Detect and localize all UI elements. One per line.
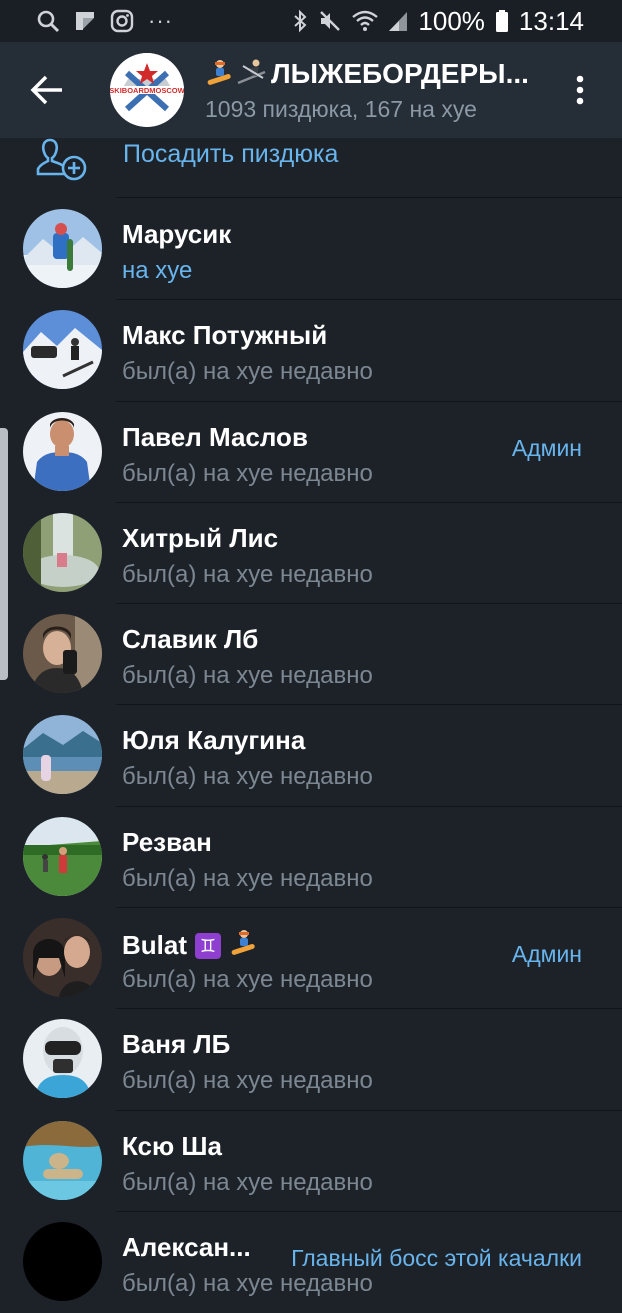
member-name: Хитрый Лис — [122, 522, 279, 553]
add-member-row[interactable]: Посадить пиздюка — [0, 138, 622, 198]
instagram-icon — [110, 9, 134, 33]
avatar — [23, 411, 102, 491]
member-name: Славик Лб — [122, 624, 259, 655]
member-list: Марусик на хуе Макс Потужный был(а) на х… — [0, 199, 622, 1313]
avatar — [23, 614, 102, 694]
member-name: Юля Калугина — [122, 725, 306, 756]
member-row[interactable]: Bulat ♊ был(а) на хуе недавно Админ — [0, 908, 622, 1010]
avatar — [23, 512, 102, 592]
role-badge: Главный босс этой качалки — [291, 1244, 582, 1271]
more-notifications-icon: ··· — [148, 8, 173, 33]
gemini-badge: ♊ — [195, 932, 221, 959]
avatar — [23, 918, 102, 998]
member-name: Марусик — [122, 219, 232, 249]
add-member-label: Посадить пиздюка — [123, 140, 339, 168]
notification-icons: ··· — [36, 8, 173, 34]
system-icons: 100% 13:14 — [292, 6, 584, 37]
member-row[interactable]: Макс Потужный был(а) на хуе недавно — [0, 300, 622, 402]
member-row[interactable]: Резван был(а) на хуе недавно — [0, 807, 622, 909]
member-row[interactable]: Ксю Ша был(а) на хуе недавно — [0, 1111, 622, 1212]
member-status: был(а) на хуе недавно — [122, 1168, 373, 1196]
more-options-button[interactable] — [570, 74, 590, 106]
member-row[interactable]: Павел Маслов был(а) на хуе недавно Админ — [0, 402, 622, 503]
group-logo-text: SKIBOARDMOSCOW — [110, 86, 184, 95]
member-status: был(а) на хуе недавно — [122, 864, 373, 892]
member-status: был(а) на хуе недавно — [122, 459, 373, 487]
avatar — [23, 1019, 102, 1099]
member-row[interactable]: Славик Лб был(а) на хуе недавно — [0, 604, 622, 706]
battery-icon — [495, 9, 509, 33]
avatar — [23, 310, 102, 390]
edge-panel-handle[interactable] — [0, 428, 8, 680]
member-status: на хуе — [122, 257, 193, 284]
member-row[interactable]: Ваня ЛБ был(а) на хуе недавно — [0, 1009, 622, 1111]
search-icon — [36, 9, 60, 33]
avatar — [23, 816, 102, 896]
member-status: был(а) на хуе недавно — [122, 560, 373, 588]
member-name: Bulat ♊ — [122, 928, 257, 963]
admin-badge: Админ — [511, 941, 582, 968]
back-button[interactable] — [28, 72, 68, 108]
chat-title: ЛЫЖЕБОРДЕРЫ... — [271, 58, 529, 89]
member-name: Макс Потужный — [122, 320, 328, 351]
flipboard-icon — [74, 10, 96, 32]
member-name: Резван — [122, 826, 212, 857]
admin-badge: Админ — [511, 434, 582, 461]
add-user-icon — [36, 138, 88, 182]
member-row[interactable]: Юля Калугина был(а) на хуе недавно — [0, 705, 622, 807]
member-name: Ваня ЛБ — [122, 1029, 231, 1060]
chat-header: SKIBOARDMOSCOW ЛЫЖЕБОРДЕРЫ... 1093 пиздю… — [0, 42, 622, 138]
avatar — [23, 1120, 102, 1200]
member-status: был(а) на хуе недавно — [122, 358, 373, 386]
member-status: был(а) на хуе недавно — [122, 966, 373, 994]
member-row[interactable]: Хитрый Лис был(а) на хуе недавно — [0, 503, 622, 605]
avatar — [23, 209, 102, 288]
member-status: был(а) на хуе недавно — [122, 1067, 373, 1095]
arrow-left-icon — [30, 75, 62, 105]
member-status: был(а) на хуе недавно — [122, 662, 373, 690]
kebab-menu-icon — [576, 75, 584, 105]
snowboarder-emoji-icon — [229, 928, 257, 963]
member-status: был(а) на хуе недавно — [122, 763, 373, 791]
group-avatar[interactable]: SKIBOARDMOSCOW — [110, 53, 184, 127]
bluetooth-icon — [292, 9, 308, 33]
status-bar: ··· 100% 13:14 — [0, 0, 622, 42]
wifi-icon — [352, 10, 379, 32]
member-name: Алексан... — [122, 1231, 251, 1262]
avatar — [23, 715, 102, 795]
chat-title-block[interactable]: ЛЫЖЕБОРДЕРЫ... 1093 пиздюка, 167 на хуе — [205, 56, 545, 123]
avatar — [23, 1221, 102, 1301]
clock: 13:14 — [518, 5, 584, 36]
member-name: Павел Маслов — [122, 421, 308, 452]
member-row[interactable]: Марусик на хуе — [0, 199, 622, 301]
member-count: 1093 пиздюка, 167 на хуе — [205, 96, 477, 122]
signal-icon — [388, 10, 408, 32]
divider — [116, 197, 622, 198]
member-row[interactable]: Алексан... был(а) на хуе недавно Главный… — [0, 1212, 622, 1313]
skier-emoji-icon — [237, 58, 267, 91]
member-name: Ксю Ша — [122, 1130, 223, 1161]
snowboarder-emoji-icon — [205, 58, 233, 91]
mute-icon — [318, 9, 342, 33]
battery-percent: 100% — [418, 5, 485, 36]
member-status: был(а) на хуе недавно — [122, 1269, 373, 1297]
